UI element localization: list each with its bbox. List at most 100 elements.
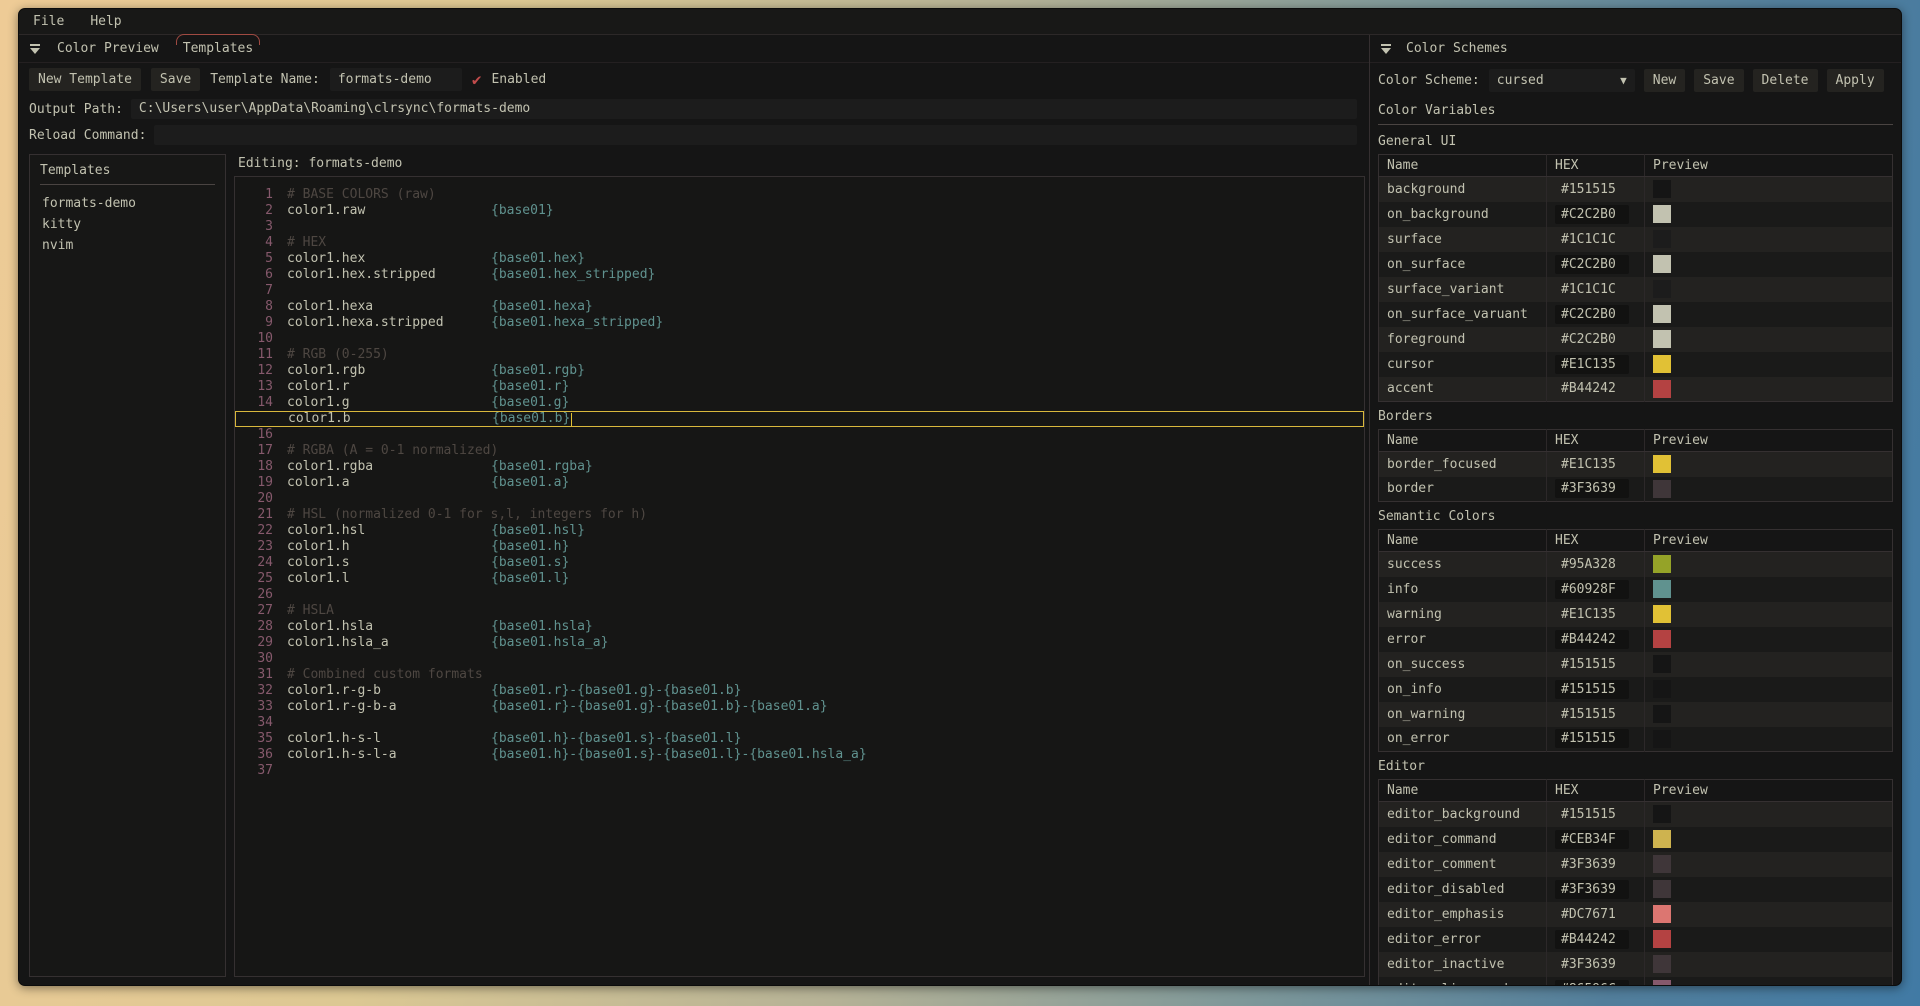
hex-value-input[interactable]: #1C1C1C	[1555, 280, 1629, 299]
color-preview-swatch[interactable]	[1653, 580, 1671, 598]
code-line[interactable]: 22color1.hsl{base01.hsl}	[235, 523, 1364, 539]
code-line[interactable]: 23color1.h{base01.h}	[235, 539, 1364, 555]
code-line[interactable]: 31# Combined custom formats	[235, 667, 1364, 683]
color-preview-swatch[interactable]	[1653, 255, 1671, 273]
hex-value-input[interactable]: #86596C	[1555, 980, 1629, 986]
code-line[interactable]: 1# BASE COLORS (raw)	[235, 187, 1364, 203]
code-line[interactable]: 30	[235, 651, 1364, 667]
hex-value-input[interactable]: #3F3639	[1555, 880, 1629, 899]
hex-value-input[interactable]: #3F3639	[1555, 855, 1629, 874]
template-name-input[interactable]: formats-demo	[330, 68, 462, 91]
enabled-checkbox[interactable]: ✔	[472, 72, 482, 88]
hex-value-input[interactable]: #3F3639	[1555, 955, 1629, 974]
color-preview-swatch[interactable]	[1653, 680, 1671, 698]
code-line[interactable]: 36color1.h-s-l-a{base01.h}-{base01.s}-{b…	[235, 747, 1364, 763]
code-line[interactable]: 11# RGB (0-255)	[235, 347, 1364, 363]
hex-value-input[interactable]: #C2C2B0	[1555, 330, 1629, 349]
save-template-button[interactable]: Save	[151, 68, 200, 91]
color-scheme-dropdown[interactable]: cursed ▼	[1489, 69, 1635, 92]
tab-templates[interactable]: Templates	[181, 39, 255, 58]
hex-value-input[interactable]: #C2C2B0	[1555, 205, 1629, 224]
color-preview-swatch[interactable]	[1653, 555, 1671, 573]
hex-value-input[interactable]: #151515	[1555, 705, 1629, 724]
code-line[interactable]: 7	[235, 283, 1364, 299]
color-preview-swatch[interactable]	[1653, 380, 1671, 398]
code-line[interactable]: 3	[235, 219, 1364, 235]
code-line[interactable]: 13color1.r{base01.r}	[235, 379, 1364, 395]
code-line[interactable]: 10	[235, 331, 1364, 347]
hex-value-input[interactable]: #151515	[1555, 805, 1629, 824]
color-preview-swatch[interactable]	[1653, 705, 1671, 723]
code-line[interactable]: 19color1.a{base01.a}	[235, 475, 1364, 491]
template-list-item[interactable]: formats-demo	[40, 193, 215, 214]
color-preview-swatch[interactable]	[1653, 330, 1671, 348]
color-preview-swatch[interactable]	[1653, 630, 1671, 648]
code-line[interactable]: 27# HSLA	[235, 603, 1364, 619]
color-preview-swatch[interactable]	[1653, 355, 1671, 373]
color-preview-swatch[interactable]	[1653, 480, 1671, 498]
hex-value-input[interactable]: #151515	[1555, 180, 1629, 199]
reload-command-input[interactable]	[154, 125, 1357, 145]
hex-value-input[interactable]: #151515	[1555, 655, 1629, 674]
hex-value-input[interactable]: #C2C2B0	[1555, 305, 1629, 324]
scheme-apply-button[interactable]: Apply	[1827, 69, 1884, 92]
color-preview-swatch[interactable]	[1653, 980, 1671, 985]
code-line[interactable]: 34	[235, 715, 1364, 731]
color-preview-swatch[interactable]	[1653, 905, 1671, 923]
menu-item-file[interactable]: File	[33, 14, 64, 29]
code-line[interactable]: 5color1.hex{base01.hex}	[235, 251, 1364, 267]
menu-item-help[interactable]: Help	[90, 14, 121, 29]
color-preview-swatch[interactable]	[1653, 730, 1671, 748]
hex-value-input[interactable]: #C2C2B0	[1555, 255, 1629, 274]
code-line[interactable]: 28color1.hsla{base01.hsla}	[235, 619, 1364, 635]
hex-value-input[interactable]: #1C1C1C	[1555, 230, 1629, 249]
color-preview-swatch[interactable]	[1653, 930, 1671, 948]
code-line[interactable]: 24color1.s{base01.s}	[235, 555, 1364, 571]
code-editor[interactable]: 1# BASE COLORS (raw)2color1.raw{base01}3…	[234, 176, 1365, 977]
color-preview-swatch[interactable]	[1653, 180, 1671, 198]
code-line[interactable]: 29color1.hsla_a{base01.hsla_a}	[235, 635, 1364, 651]
color-preview-swatch[interactable]	[1653, 455, 1671, 473]
code-line[interactable]: 6color1.hex.stripped{base01.hex_stripped…	[235, 267, 1364, 283]
code-line[interactable]: 25color1.l{base01.l}	[235, 571, 1364, 587]
code-line[interactable]: 35color1.h-s-l{base01.h}-{base01.s}-{bas…	[235, 731, 1364, 747]
color-preview-swatch[interactable]	[1653, 805, 1671, 823]
hex-value-input[interactable]: #E1C135	[1555, 455, 1629, 474]
code-line[interactable]: 2color1.raw{base01}	[235, 203, 1364, 219]
code-line[interactable]: 32color1.r-g-b{base01.r}-{base01.g}-{bas…	[235, 683, 1364, 699]
template-list-item[interactable]: nvim	[40, 235, 215, 256]
new-template-button[interactable]: New Template	[29, 68, 141, 91]
code-line[interactable]: 14color1.g{base01.g}	[235, 395, 1364, 411]
code-line[interactable]: 4# HEX	[235, 235, 1364, 251]
hex-value-input[interactable]: #151515	[1555, 729, 1629, 748]
color-preview-swatch[interactable]	[1653, 605, 1671, 623]
code-line[interactable]: 18color1.rgba{base01.rgba}	[235, 459, 1364, 475]
code-line-active[interactable]: 15color1.b{base01.b}	[235, 411, 1364, 427]
code-line[interactable]: 26	[235, 587, 1364, 603]
hex-value-input[interactable]: #DC7671	[1555, 905, 1629, 924]
code-line[interactable]: 8color1.hexa{base01.hexa}	[235, 299, 1364, 315]
color-preview-swatch[interactable]	[1653, 305, 1671, 323]
collapse-icon[interactable]	[29, 44, 41, 54]
tab-color-preview[interactable]: Color Preview	[55, 39, 161, 58]
color-preview-swatch[interactable]	[1653, 955, 1671, 973]
code-line[interactable]: 9color1.hexa.stripped{base01.hexa_stripp…	[235, 315, 1364, 331]
color-preview-swatch[interactable]	[1653, 855, 1671, 873]
color-preview-swatch[interactable]	[1653, 230, 1671, 248]
color-preview-swatch[interactable]	[1653, 880, 1671, 898]
collapse-icon[interactable]	[1380, 44, 1392, 54]
hex-value-input[interactable]: #B44242	[1555, 630, 1629, 649]
scheme-save-button[interactable]: Save	[1694, 69, 1743, 92]
hex-value-input[interactable]: #95A328	[1555, 555, 1629, 574]
hex-value-input[interactable]: #CEB34F	[1555, 830, 1629, 849]
code-line[interactable]: 20	[235, 491, 1364, 507]
color-preview-swatch[interactable]	[1653, 830, 1671, 848]
code-line[interactable]: 21# HSL (normalized 0-1 for s,l, integer…	[235, 507, 1364, 523]
hex-value-input[interactable]: #B44242	[1555, 379, 1629, 398]
template-list-item[interactable]: kitty	[40, 214, 215, 235]
scheme-delete-button[interactable]: Delete	[1753, 69, 1818, 92]
scheme-new-button[interactable]: New	[1644, 69, 1685, 92]
hex-value-input[interactable]: #151515	[1555, 680, 1629, 699]
code-line[interactable]: 16	[235, 427, 1364, 443]
code-line[interactable]: 12color1.rgb{base01.rgb}	[235, 363, 1364, 379]
